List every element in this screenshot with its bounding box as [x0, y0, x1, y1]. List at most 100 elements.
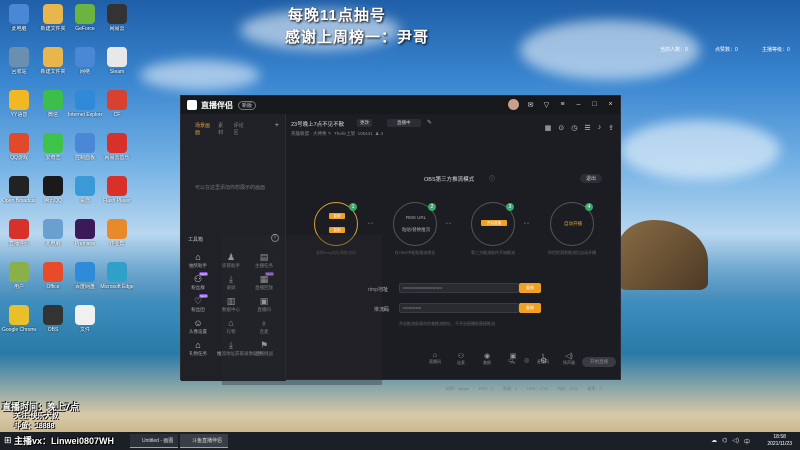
edit-category-icon[interactable]: ✎ — [328, 131, 332, 136]
avatar[interactable] — [508, 99, 519, 110]
desktop-icon[interactable]: Premiere — [68, 219, 102, 247]
room-control[interactable]: ⌂ 直播间 — [424, 352, 446, 365]
start-icon[interactable]: ⊞ — [4, 435, 12, 446]
lock-icon[interactable]: ⊙ — [558, 124, 564, 132]
desktop-icon[interactable]: 此电脑 — [36, 219, 70, 247]
desktop-icon[interactable]: 回收站 — [2, 47, 36, 75]
camera-icon[interactable]: ▭ — [508, 357, 514, 364]
rtmp-field[interactable]: •••••••••••••••••••••••••••• — [399, 283, 519, 293]
message-icon[interactable]: ✉ — [526, 101, 535, 109]
stats-icon[interactable]: ▦ — [545, 124, 552, 132]
desktop-icon[interactable]: Flash Player — [100, 176, 134, 204]
add-scene-button[interactable]: + — [275, 122, 279, 136]
tool-item[interactable]: ⌂ 礼物任务 — [184, 340, 212, 357]
desktop-icon-label: 腾讯QQ — [44, 198, 62, 204]
change-title-button[interactable]: 更改 — [357, 119, 372, 127]
viewer-count: 4 — [380, 131, 383, 136]
desktop-icon[interactable]: Open Broadcaster — [2, 176, 36, 204]
tool-item-label: 粉丝群 — [191, 285, 205, 290]
desktop-icon[interactable]: 微信 — [36, 90, 70, 118]
app-icon — [43, 47, 63, 67]
desktop-icon[interactable]: Steam — [100, 47, 134, 75]
desktop-icon[interactable]: 桌面 — [68, 176, 102, 204]
desktop-icon[interactable]: 新建文件夹 — [36, 4, 70, 32]
speaker-control[interactable]: ◁) 扬声器 — [558, 352, 580, 366]
menu-icon[interactable]: ≡ — [558, 101, 567, 108]
step-2-desc: 在OBS中粘贴推流地址 — [394, 250, 436, 255]
minimize-icon[interactable]: – — [574, 101, 583, 108]
taskbar-app-paint[interactable]: Untitled - 画图 — [130, 434, 178, 448]
main-toolbar: ▦ ⊙ ◷ ☰ ♪ ⇪ — [545, 124, 614, 132]
clock-icon[interactable]: ◷ — [571, 124, 577, 132]
eye-icon[interactable]: ◎ — [524, 357, 529, 364]
tab-material[interactable]: 素材 — [218, 122, 226, 136]
volume-icon[interactable]: ◁) — [732, 437, 739, 446]
desktop-icon[interactable]: CF — [100, 90, 134, 118]
step-1-copy-key-button[interactable]: 复制 — [329, 227, 345, 233]
share-icon[interactable]: ⇪ — [608, 124, 614, 132]
close-icon[interactable]: × — [606, 101, 615, 108]
tool-item-label: 粉丝团 — [191, 307, 205, 312]
room-id: 105441 — [357, 131, 373, 136]
maximize-icon[interactable]: □ — [590, 101, 599, 108]
cloud-icon[interactable]: ☁ — [711, 437, 717, 446]
bell-icon[interactable]: ♪ — [598, 124, 602, 132]
step-1-copy-url-button[interactable]: 复制 — [329, 213, 345, 219]
desktop-icon[interactable]: 此电脑 — [2, 4, 36, 32]
desktop-icon[interactable]: OBS — [36, 305, 70, 333]
ime-icon[interactable]: 中 — [744, 437, 750, 446]
desktop-icon-label: Open Broadcaster — [2, 198, 36, 204]
stream-key-field[interactable]: ••••••••••••• — [399, 303, 519, 313]
desktop-icon[interactable]: 文件 — [68, 305, 102, 333]
room-meta: 英雄联盟 · 大神秀 ✎ Theliz上架 105441 ♟ 4 — [291, 131, 383, 137]
desktop-icon-label: 文件 — [79, 327, 90, 333]
start-live-button[interactable]: 开始直播 — [582, 357, 616, 367]
tool-item[interactable]: ⚇ 粉丝群 NEW — [184, 272, 212, 291]
desktop-icon[interactable]: Office — [36, 262, 70, 290]
tab-scene[interactable]: 场景画面 — [195, 122, 210, 136]
app-icon — [75, 90, 95, 110]
taskbar-app-companion[interactable]: 斗鱼直播伴侣 — [180, 434, 228, 448]
desktop-icon[interactable]: 网易云 — [100, 4, 134, 32]
version-badge[interactable]: 新版 — [238, 100, 257, 110]
exit-obs-mode-button[interactable]: 退出 — [580, 174, 603, 183]
app-icon — [107, 219, 127, 239]
desktop-icon[interactable]: Internet Explorer — [68, 90, 102, 118]
tab-comments[interactable]: 评论区 — [234, 122, 245, 136]
desktop-icon[interactable]: 百度网盘 — [68, 262, 102, 290]
status-framerate: 帧率：0 — [587, 386, 602, 391]
desktop-icon[interactable]: 新建文件夹 — [36, 47, 70, 75]
beauty-control[interactable]: ◉ 美颜 — [476, 352, 498, 366]
link-mic-control[interactable]: ⚇ 连麦 — [450, 352, 472, 366]
desktop-icon[interactable]: 腾讯QQ — [36, 176, 70, 204]
desktop-icon[interactable]: 作业帮 — [100, 219, 134, 247]
desktop-icon[interactable]: Google Chrome — [2, 305, 36, 333]
desktop-icon[interactable]: Microsoft Edge — [100, 262, 134, 290]
settings-icon[interactable]: ⚙ — [540, 356, 547, 365]
desktop-icon[interactable]: 控制面板 — [68, 133, 102, 161]
taskbar-clock[interactable]: 18:58 2021/11/23 — [767, 434, 792, 448]
network-icon[interactable]: ⌬ — [722, 437, 727, 446]
skin-icon[interactable]: ▽ — [542, 101, 551, 109]
edit-icon[interactable]: ✎ — [427, 119, 432, 126]
copy-key-button[interactable]: 复制 — [519, 303, 541, 313]
desktop-icon-label: OBS — [47, 327, 59, 333]
desktop-icon[interactable]: 网络 — [68, 47, 102, 75]
desktop-icon-label: 爱奇艺 — [45, 155, 61, 161]
tool-item[interactable]: ♡ 粉丝团 NEW — [184, 294, 212, 313]
step-3-start-button[interactable]: 开启直播 — [481, 220, 507, 226]
desktop-icon[interactable]: GeForce — [68, 4, 102, 32]
tool-item[interactable]: ⌂ 抽奖助手 — [184, 252, 212, 269]
desktop-icon[interactable]: 直播伴侣 — [2, 219, 36, 247]
copy-rtmp-button[interactable]: 复制 — [519, 283, 541, 293]
desktop-icon[interactable]: 网易云音乐 — [100, 133, 134, 161]
desktop-icon[interactable]: QQ游戏 — [2, 133, 36, 161]
desktop-icon[interactable]: 爱奇艺 — [36, 133, 70, 161]
step-connector: • • — [368, 221, 373, 227]
tool-item[interactable]: ☺ 头像设置 — [184, 318, 212, 335]
list-icon[interactable]: ☰ — [584, 124, 590, 132]
help-icon[interactable]: ⓘ — [489, 174, 495, 183]
app-icon — [107, 90, 127, 110]
desktop-icon[interactable]: YY语音 — [2, 90, 36, 118]
desktop-icon[interactable]: 用户 — [2, 262, 36, 290]
